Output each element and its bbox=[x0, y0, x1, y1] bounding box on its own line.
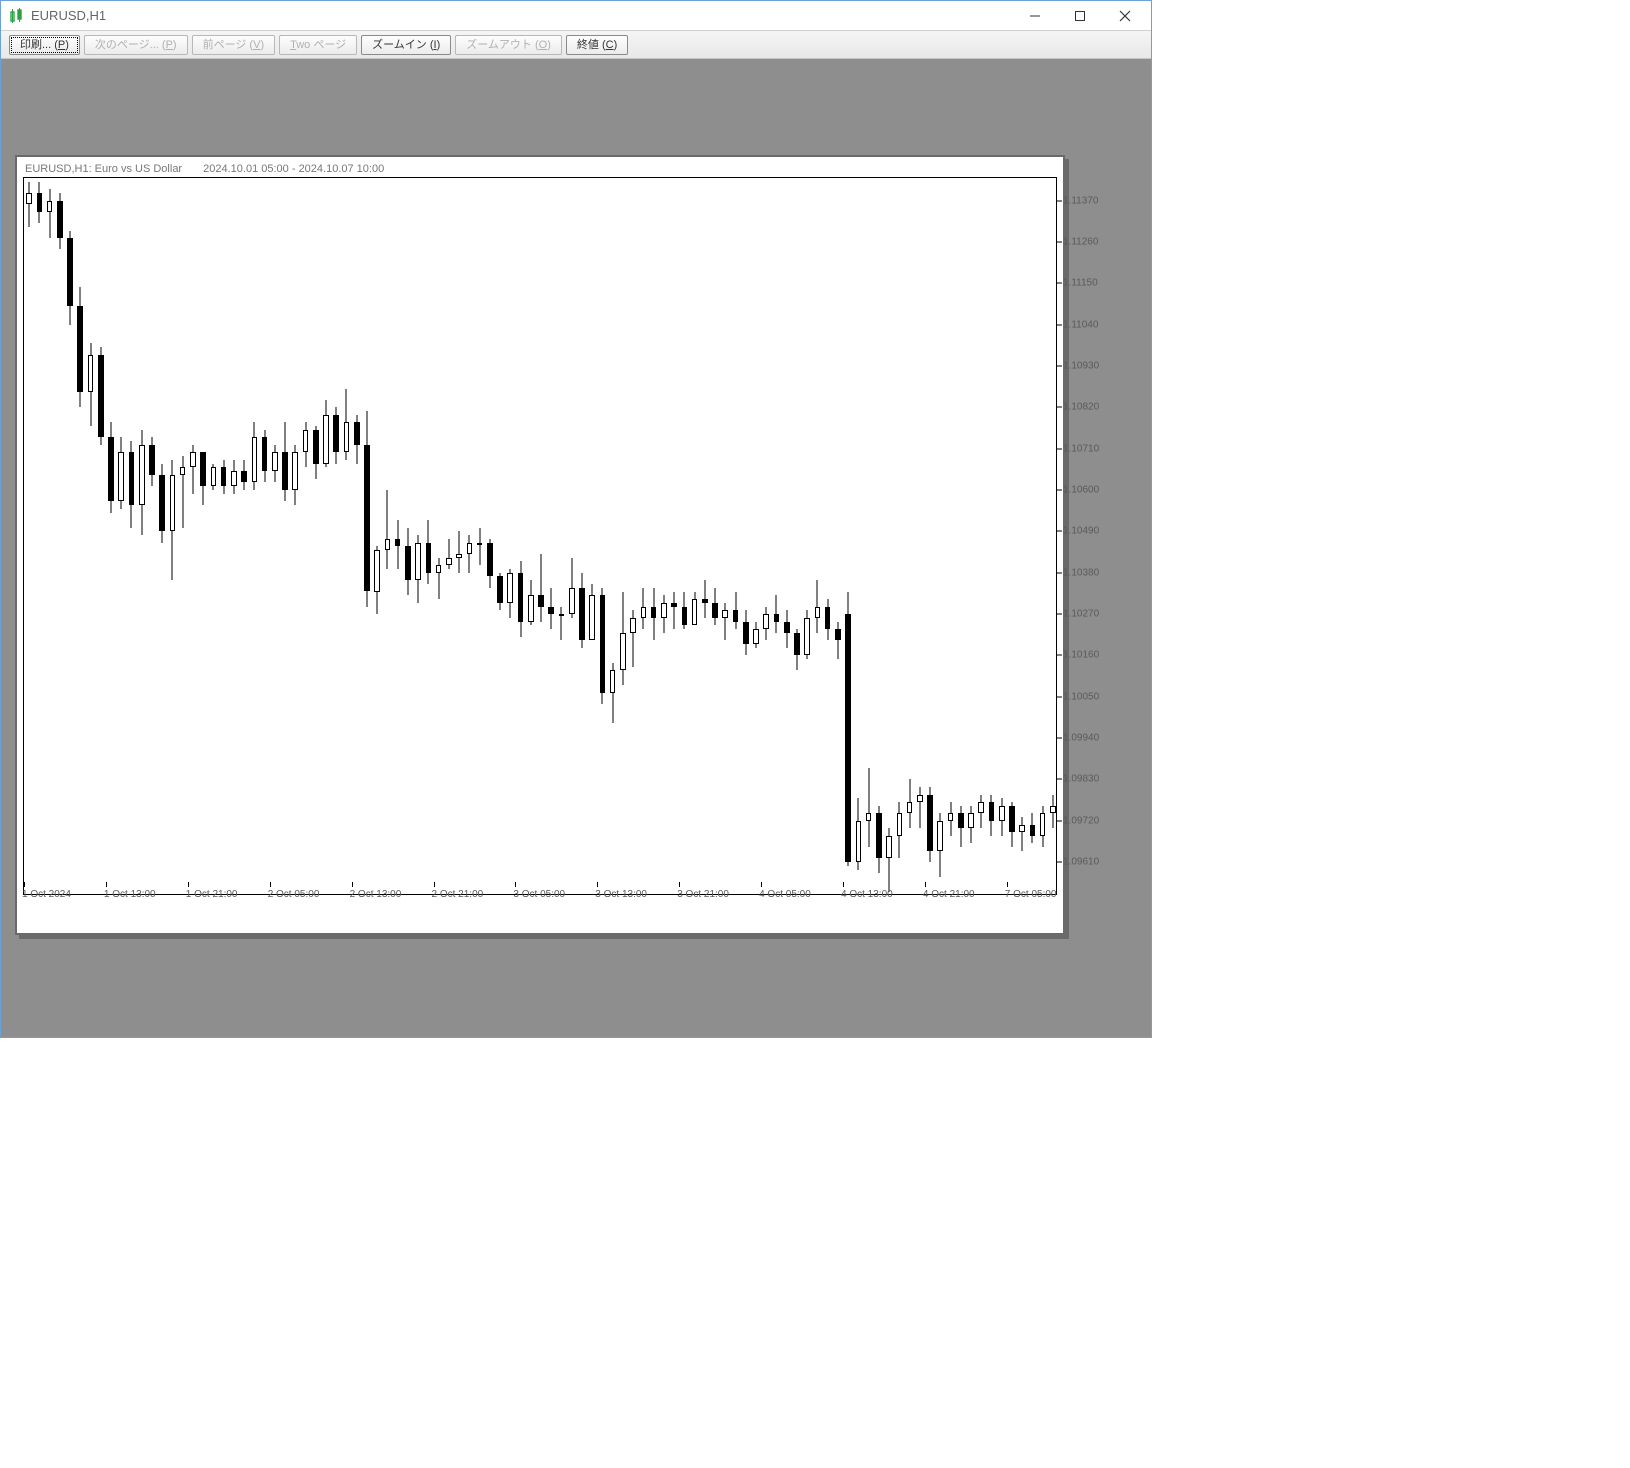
x-tick-label: 1 Oct 13:00 bbox=[104, 889, 156, 900]
x-tick-label: 4 Oct 05:00 bbox=[759, 889, 811, 900]
zoom-out-button: ズームアウト (O) bbox=[455, 35, 562, 55]
y-tick-label: 1.10050 bbox=[1063, 691, 1099, 702]
y-tick-label: 1.11260 bbox=[1063, 236, 1098, 247]
y-tick-label: 1.10490 bbox=[1063, 526, 1099, 537]
preview-page[interactable]: EURUSD,H1: Euro vs US Dollar 2024.10.01 … bbox=[15, 155, 1065, 935]
y-tick-label: 1.09830 bbox=[1063, 774, 1099, 785]
x-tick-label: 1 Oct 2024 bbox=[22, 889, 71, 900]
y-tick-label: 1.09940 bbox=[1063, 733, 1099, 744]
chart-date-range: 2024.10.01 05:00 - 2024.10.07 10:00 bbox=[203, 163, 384, 175]
y-axis: 1.11370 1.11260 1.11150 1.11040 1.10930 1.108… bbox=[1063, 178, 1135, 896]
prev-page-button: 前ページ (V) bbox=[192, 35, 276, 55]
y-tick-label: 1.10380 bbox=[1063, 567, 1099, 578]
x-tick-label: 3 Oct 21:00 bbox=[677, 889, 729, 900]
x-tick-label: 1 Oct 21:00 bbox=[186, 889, 238, 900]
x-tick-label: 4 Oct 21:00 bbox=[923, 889, 975, 900]
y-tick-label: 1.09610 bbox=[1063, 857, 1099, 868]
chart-header: EURUSD,H1: Euro vs US Dollar 2024.10.01 … bbox=[25, 163, 384, 175]
next-page-button: 次のページ... (P) bbox=[84, 35, 188, 55]
chart-title: EURUSD,H1: Euro vs US Dollar bbox=[25, 163, 182, 175]
app-icon bbox=[9, 8, 25, 24]
window-title: EURUSD,H1 bbox=[31, 8, 106, 23]
y-tick-label: 1.10820 bbox=[1063, 402, 1099, 413]
print-preview-toolbar: 印刷... (P) 次のページ... (P) 前ページ (V) Two ページ … bbox=[1, 31, 1151, 59]
x-tick-label: 3 Oct 05:00 bbox=[513, 889, 565, 900]
y-tick-label: 1.10710 bbox=[1063, 443, 1099, 454]
x-tick-label: 4 Oct 13:00 bbox=[841, 889, 893, 900]
x-tick-label: 3 Oct 13:00 bbox=[595, 889, 647, 900]
y-tick-label: 1.10160 bbox=[1063, 650, 1099, 661]
app-window: EURUSD,H1 印刷... (P) 次のページ... (P) 前ページ (V… bbox=[0, 0, 1152, 1038]
y-tick-label: 1.11040 bbox=[1063, 319, 1098, 330]
print-button[interactable]: 印刷... (P) bbox=[9, 35, 80, 55]
close-preview-button[interactable]: 終値 (C) bbox=[566, 35, 628, 55]
y-tick-label: 1.11370 bbox=[1063, 195, 1098, 206]
close-button[interactable] bbox=[1102, 2, 1147, 30]
x-tick-label: 7 Oct 05:00 bbox=[1005, 889, 1057, 900]
y-tick-label: 1.10600 bbox=[1063, 485, 1099, 496]
two-page-button: Two ページ bbox=[279, 35, 357, 55]
preview-area: EURUSD,H1: Euro vs US Dollar 2024.10.01 … bbox=[1, 59, 1151, 1037]
maximize-button[interactable] bbox=[1057, 2, 1102, 30]
zoom-in-button[interactable]: ズームイン (I) bbox=[361, 35, 451, 55]
chart-plot-area bbox=[23, 177, 1057, 895]
x-tick-label: 2 Oct 13:00 bbox=[350, 889, 402, 900]
x-axis: 1 Oct 2024 1 Oct 13:00 1 Oct 21:00 2 Oct 05… bbox=[24, 883, 1056, 919]
y-tick-label: 1.11150 bbox=[1063, 278, 1098, 289]
titlebar: EURUSD,H1 bbox=[1, 1, 1151, 31]
y-tick-label: 1.10270 bbox=[1063, 609, 1099, 620]
minimize-button[interactable] bbox=[1012, 2, 1057, 30]
x-tick-label: 2 Oct 05:00 bbox=[268, 889, 320, 900]
x-tick-label: 2 Oct 21:00 bbox=[432, 889, 484, 900]
y-tick-label: 1.09720 bbox=[1063, 815, 1099, 826]
y-tick-label: 1.10930 bbox=[1063, 360, 1099, 371]
